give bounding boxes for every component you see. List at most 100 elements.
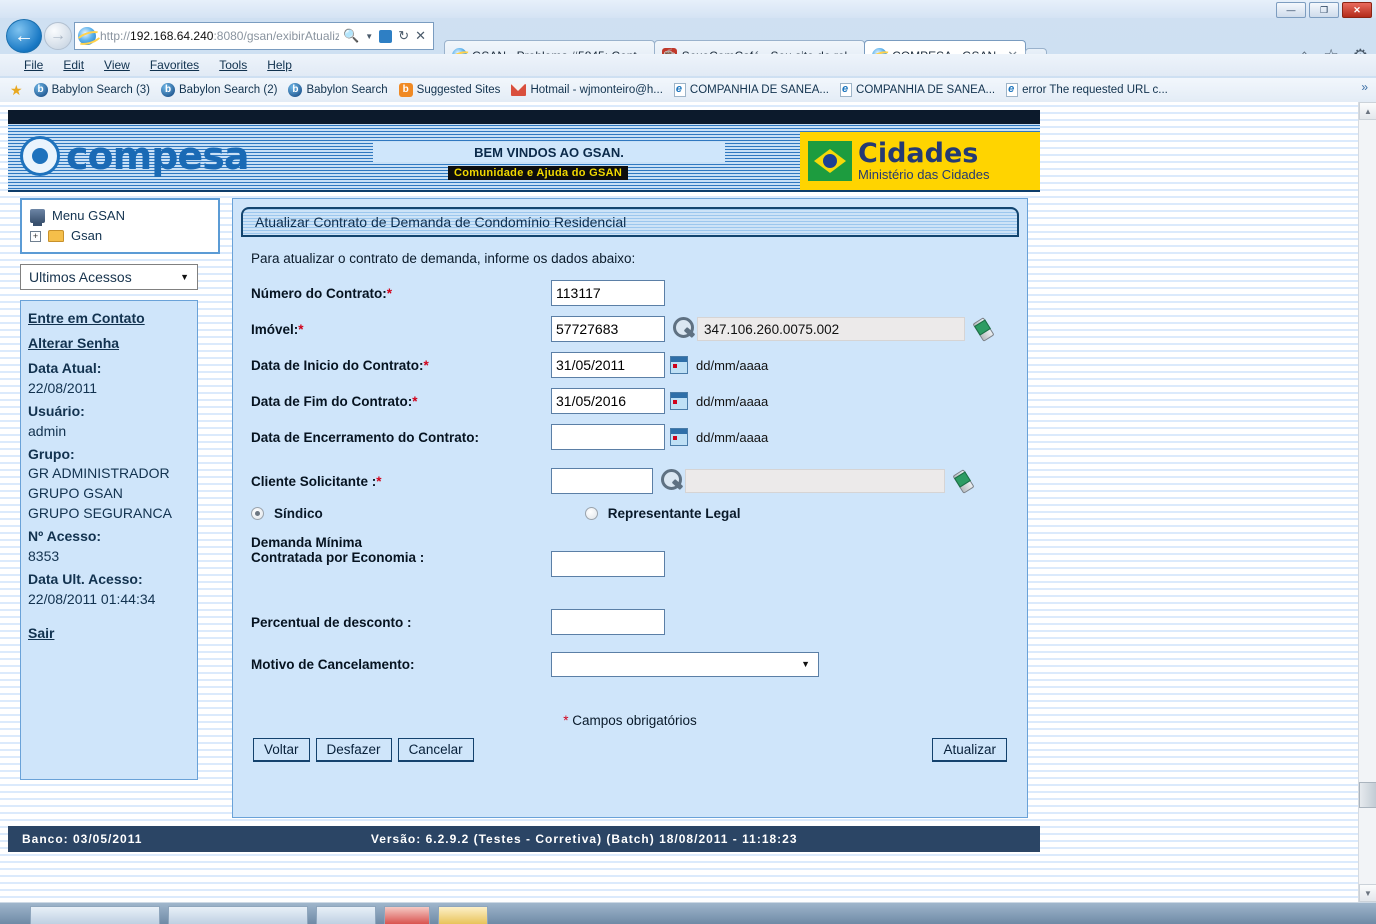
banner-top-stripe (8, 110, 1040, 124)
data-encerramento-label: Data de Encerramento do Contrato: (251, 429, 480, 445)
radio-sindico[interactable] (251, 507, 264, 520)
required-marker: * (386, 285, 393, 301)
scroll-down-button[interactable]: ▼ (1359, 884, 1376, 902)
scrollbar-thumb[interactable] (1359, 782, 1376, 808)
calendar-icon[interactable] (670, 428, 688, 446)
numero-contrato-input[interactable] (551, 280, 665, 306)
alterar-senha-link[interactable]: Alterar Senha (28, 334, 190, 354)
entre-em-contato-link[interactable]: Entre em Contato (28, 309, 190, 329)
grupo-label: Grupo: (28, 445, 75, 462)
ultimos-acessos-select[interactable]: Ultimos Acessos ▼ (20, 264, 198, 291)
compatibility-view-icon[interactable] (379, 29, 393, 43)
usuario-label: Usuário: (28, 402, 85, 419)
row-tipo-solicitante: Síndico Representante Legal (251, 506, 1009, 521)
favorite-hotmail[interactable]: Hotmail - wjmonteiro@h... (511, 84, 663, 96)
data-atual-label: Data Atual: (28, 360, 102, 377)
close-button[interactable]: ✕ (1342, 2, 1372, 18)
menu-item-file[interactable]: File (24, 58, 43, 72)
cancelar-button[interactable]: Cancelar (397, 738, 474, 762)
chevron-down-icon[interactable]: ▼ (365, 32, 373, 41)
data-encerramento-input[interactable] (551, 424, 665, 450)
sair-link[interactable]: Sair (28, 624, 190, 644)
favorite-babylon-search-3[interactable]: b Babylon Search (3) (33, 83, 150, 97)
compesa-logo-text: compesa (66, 134, 249, 178)
favorite-companhia-saneamento-1[interactable]: COMPANHIA DE SANEA... (673, 83, 829, 97)
favorite-suggested-sites[interactable]: b Suggested Sites (398, 83, 500, 97)
data-inicio-input[interactable] (551, 352, 665, 378)
favorite-babylon-search[interactable]: b Babylon Search (288, 83, 388, 97)
required-marker: * (423, 357, 429, 373)
cliente-solicitante-label: Cliente Solicitante :* (251, 473, 382, 489)
data-inicio-hint: dd/mm/aaaa (696, 357, 769, 373)
expand-plus-icon[interactable]: + (30, 230, 41, 242)
forward-button[interactable]: → (44, 22, 72, 50)
favorite-error-url[interactable]: error The requested URL c... (1006, 83, 1168, 97)
search-imovel-icon[interactable] (671, 316, 697, 342)
taskbar-item[interactable] (438, 906, 488, 924)
imovel-input[interactable] (551, 316, 665, 342)
address-bar[interactable]: http://192.168.64.240:8080/gsan/exibirAt… (74, 22, 434, 50)
add-favorite-icon[interactable]: ★ (10, 82, 23, 99)
demanda-minima-line2: Contratada por Economia : (251, 550, 425, 565)
menu-item-tools[interactable]: Tools (219, 58, 247, 72)
menu-root-row[interactable]: Menu GSAN (30, 206, 210, 227)
radio-representante-legal[interactable] (584, 507, 598, 520)
cliente-solicitante-input[interactable] (551, 468, 653, 494)
address-text: http://192.168.64.240:8080/gsan/exibirAt… (100, 29, 339, 43)
menu-item-favorites[interactable]: Favorites (150, 58, 199, 72)
welcome-message: BEM VINDOS AO GSAN. (373, 142, 725, 162)
favorite-label: Hotmail - wjmonteiro@h... (530, 84, 663, 96)
favorites-overflow-chevron[interactable]: » (1361, 80, 1368, 94)
menu-item-help[interactable]: Help (267, 58, 292, 72)
refresh-icon[interactable]: ↻ (398, 28, 409, 44)
data-inicio-label: Data de Inicio do Contrato:* (251, 357, 429, 373)
row-cliente-solicitante: Cliente Solicitante :* (251, 466, 1009, 496)
voltar-button[interactable]: Voltar (253, 738, 310, 762)
cidades-text-block: Cidades Ministério das Cidades (858, 140, 990, 183)
menu-item-view[interactable]: View (104, 58, 130, 72)
search-cliente-icon[interactable] (659, 468, 685, 494)
data-fim-hint: dd/mm/aaaa (696, 393, 769, 409)
scroll-up-button[interactable]: ▲ (1359, 102, 1376, 120)
page-content: compesa BEM VINDOS AO GSAN. Comunidade e… (8, 110, 1040, 870)
data-fim-input[interactable] (551, 388, 665, 414)
taskbar-item[interactable] (30, 906, 160, 924)
atualizar-button[interactable]: Atualizar (932, 738, 1007, 762)
percentual-desconto-input[interactable] (551, 609, 665, 635)
motivo-cancelamento-select[interactable]: ▼ (551, 651, 819, 677)
back-button[interactable]: ← (6, 19, 42, 53)
row-numero-contrato: Número do Contrato:* (251, 278, 1009, 308)
compesa-mark-icon (20, 136, 60, 176)
data-ult-acesso-label: Data Ult. Acesso: (28, 570, 143, 587)
favorite-companhia-saneamento-2[interactable]: COMPANHIA DE SANEA... (840, 83, 995, 97)
desfazer-button[interactable]: Desfazer (315, 738, 392, 762)
menu-item-edit[interactable]: Edit (63, 58, 84, 72)
minimize-button[interactable]: — (1276, 2, 1306, 18)
clear-cliente-eraser-icon[interactable] (953, 469, 977, 493)
demanda-minima-input[interactable] (551, 551, 665, 577)
clear-imovel-eraser-icon[interactable] (973, 317, 997, 341)
select-value: Ultimos Acessos (29, 269, 132, 286)
favorite-label: error The requested URL c... (1022, 84, 1168, 96)
taskbar-item[interactable] (316, 906, 376, 924)
sidebar: Menu GSAN + Gsan Ultimos Acessos ▼ Entre… (20, 198, 220, 818)
calendar-icon[interactable] (670, 356, 688, 374)
search-icon[interactable]: 🔍 (343, 28, 359, 44)
favorite-label: Babylon Search (2) (179, 84, 278, 96)
url-host: 192.168.64.240 (130, 29, 214, 43)
taskbar-item[interactable] (384, 906, 430, 924)
favorite-babylon-search-2[interactable]: b Babylon Search (2) (161, 83, 277, 97)
form-body: Para atualizar o contrato de demanda, in… (241, 237, 1019, 772)
browser-window: — ❐ ✕ ← → http://192.168.64.240:8080/gsa… (0, 0, 1376, 924)
restore-button[interactable]: ❐ (1309, 2, 1339, 18)
numero-acesso-value: 8353 (28, 547, 60, 564)
community-link[interactable]: Comunidade e Ajuda do GSAN (448, 166, 629, 180)
form-panel: Atualizar Contrato de Demanda de Condomí… (232, 198, 1028, 818)
calendar-icon[interactable] (670, 392, 688, 410)
stop-icon[interactable]: ✕ (415, 28, 426, 44)
favorites-bar: ★ b Babylon Search (3) b Babylon Search … (0, 78, 1376, 102)
menu-node-gsan[interactable]: + Gsan (30, 226, 210, 246)
taskbar-item[interactable] (168, 906, 308, 924)
page-scrollbar[interactable]: ▲ ▼ (1358, 102, 1376, 902)
menu-bar: File Edit View Favorites Tools Help (0, 54, 1376, 76)
